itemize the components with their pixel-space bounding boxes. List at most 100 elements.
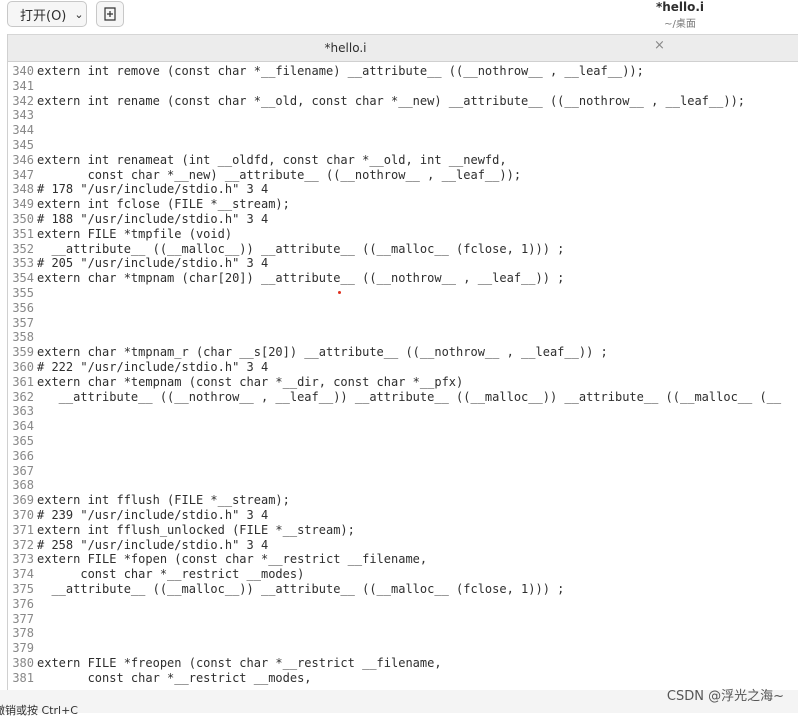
- line-text: # 205 "/usr/include/stdio.h" 3 4: [37, 256, 269, 271]
- open-button[interactable]: 打开(O) ⌄: [7, 1, 87, 27]
- line-text: # 178 "/usr/include/stdio.h" 3 4: [37, 182, 269, 197]
- line-number: 357: [12, 315, 34, 330]
- line-text: extern int rename (const char *__old, co…: [37, 93, 746, 108]
- tab-bar: *hello.i ×: [8, 34, 798, 64]
- line-text: extern FILE *fopen (const char *__restri…: [37, 552, 428, 567]
- line-number: 346: [12, 152, 34, 167]
- code-line[interactable]: 369 extern int fflush (FILE *__stream);: [8, 493, 290, 508]
- code-line[interactable]: 355: [8, 286, 37, 301]
- line-text: # 222 "/usr/include/stdio.h" 3 4: [37, 360, 269, 374]
- line-number: 344: [12, 123, 34, 138]
- line-text: extern int remove (const char *__filenam…: [37, 64, 644, 78]
- line-number: 352: [12, 241, 34, 256]
- line-number: 356: [12, 300, 34, 315]
- code-line[interactable]: 377: [8, 612, 37, 627]
- line-text: extern FILE *tmpfile (void): [37, 226, 233, 241]
- code-line[interactable]: 349 extern int fclose (FILE *__stream);: [8, 197, 290, 212]
- code-line[interactable]: 358: [8, 330, 37, 345]
- code-line[interactable]: 356: [8, 301, 37, 316]
- code-line[interactable]: 347 const char *__new) __attribute__ ((_…: [8, 168, 521, 183]
- window-subtitle: ~/桌面: [664, 19, 696, 30]
- line-number: 353: [12, 256, 34, 271]
- line-number: 342: [12, 93, 34, 108]
- code-line[interactable]: 363: [8, 404, 37, 419]
- line-number: 354: [12, 271, 34, 286]
- line-number: 340: [12, 64, 34, 78]
- cursor-marker: [338, 291, 341, 294]
- code-line[interactable]: 373 extern FILE *fopen (const char *__res…: [8, 552, 427, 567]
- line-text: # 188 "/usr/include/stdio.h" 3 4: [37, 212, 269, 226]
- watermark: CSDN @浮光之海~: [666, 689, 784, 704]
- line-number: 371: [12, 522, 34, 537]
- code-line[interactable]: 375 __attribute__ ((__malloc__)) __attri…: [8, 582, 564, 597]
- code-line[interactable]: 366: [8, 449, 37, 464]
- open-button-label: 打开(O): [20, 8, 67, 24]
- line-text: extern char *tmpnam (char[20]) __attribu…: [37, 271, 565, 286]
- code-line[interactable]: 374 const char *__restrict __modes): [8, 567, 304, 582]
- code-line[interactable]: 360 # 222 "/usr/include/stdio.h" 3 4: [8, 360, 268, 375]
- line-number: 364: [12, 419, 34, 434]
- code-line[interactable]: 346 extern int renameat (int __oldfd, con…: [8, 152, 507, 168]
- code-line[interactable]: 344: [8, 123, 37, 138]
- line-text: __attribute__ ((__nothrow__ , __leaf__))…: [37, 389, 782, 404]
- line-text: extern int renameat (int __oldfd, const …: [37, 152, 507, 167]
- code-line[interactable]: 352 __attribute__ ((__malloc__)) __attri…: [8, 242, 564, 257]
- code-line[interactable]: 371 extern int fflush_unlocked (FILE *__s…: [8, 523, 355, 538]
- line-text: const char *__restrict __modes,: [37, 670, 312, 685]
- tab-hello-i[interactable]: *hello.i: [18, 35, 673, 64]
- code-line[interactable]: 353 # 205 "/usr/include/stdio.h" 3 4: [8, 256, 268, 271]
- code-line[interactable]: 348 # 178 "/usr/include/stdio.h" 3 4: [8, 182, 268, 197]
- line-number: 375: [12, 582, 34, 596]
- code-line[interactable]: 380 extern FILE *freopen (const char *__r…: [8, 656, 442, 671]
- code-line[interactable]: 341: [8, 79, 37, 94]
- code-line[interactable]: 381 const char *__restrict __modes,: [8, 670, 312, 686]
- code-line[interactable]: 359 extern char *tmpnam_r (char __s[20]) …: [8, 345, 607, 360]
- line-number: 341: [12, 78, 34, 93]
- code-line[interactable]: 378: [8, 626, 37, 641]
- code-line[interactable]: 372 # 258 "/usr/include/stdio.h" 3 4: [8, 538, 268, 553]
- code-line[interactable]: 379: [8, 641, 37, 656]
- code-line[interactable]: 368: [8, 478, 37, 493]
- code-line[interactable]: 361 extern char *tempnam (const char *__d…: [8, 375, 463, 390]
- line-number: 365: [12, 434, 34, 448]
- tab-label: *hello.i: [324, 41, 367, 55]
- new-document-button[interactable]: [96, 1, 124, 27]
- code-line[interactable]: 340 extern int remove (const char *__file…: [8, 64, 644, 79]
- chevron-down-icon: ⌄: [74, 7, 84, 21]
- line-text: extern int fflush_unlocked (FILE *__stre…: [37, 522, 355, 537]
- line-text: # 258 "/usr/include/stdio.h" 3 4: [37, 537, 269, 552]
- line-number: 373: [12, 552, 34, 567]
- close-icon[interactable]: ×: [654, 38, 665, 53]
- line-text: extern int fflush (FILE *__stream);: [37, 493, 290, 508]
- line-number: 379: [12, 641, 34, 656]
- code-line[interactable]: 343: [8, 108, 37, 123]
- line-number: 348: [12, 182, 34, 197]
- line-number: 358: [12, 330, 34, 345]
- code-line[interactable]: 370 # 239 "/usr/include/stdio.h" 3 4: [8, 508, 268, 523]
- code-line[interactable]: 362 __attribute__ ((__nothrow__ , __leaf…: [8, 390, 781, 405]
- code-line[interactable]: 376: [8, 597, 37, 612]
- line-text: __attribute__ ((__malloc__)) __attribute…: [37, 241, 565, 256]
- line-number: 363: [12, 404, 34, 419]
- line-text: extern FILE *freopen (const char *__rest…: [37, 656, 442, 670]
- code-line[interactable]: 354 extern char *tmpnam (char[20]) __attr…: [8, 271, 564, 286]
- code-line[interactable]: 364: [8, 419, 37, 434]
- code-line[interactable]: 350 # 188 "/usr/include/stdio.h" 3 4: [8, 212, 268, 227]
- line-number: 381: [12, 670, 34, 685]
- code-line[interactable]: 367: [8, 464, 37, 479]
- code-line[interactable]: 342 extern int rename (const char *__old,…: [8, 94, 745, 109]
- line-number: 345: [12, 138, 34, 152]
- text-editor[interactable]: 340 extern int remove (const char *__file…: [8, 62, 798, 690]
- code-line[interactable]: 345: [8, 138, 37, 153]
- line-number: 377: [12, 611, 34, 626]
- new-document-icon: [104, 7, 116, 21]
- code-line[interactable]: 365: [8, 434, 37, 449]
- line-text: extern char *tempnam (const char *__dir,…: [37, 374, 464, 389]
- code-line[interactable]: 357: [8, 316, 37, 331]
- line-number: 360: [12, 360, 34, 374]
- line-number: 368: [12, 478, 34, 493]
- code-line[interactable]: 351 extern FILE *tmpfile (void): [8, 227, 232, 242]
- line-number: 370: [12, 508, 34, 522]
- line-text: # 239 "/usr/include/stdio.h" 3 4: [37, 508, 269, 522]
- status-text: 撤销或按 Ctrl+C: [0, 704, 78, 717]
